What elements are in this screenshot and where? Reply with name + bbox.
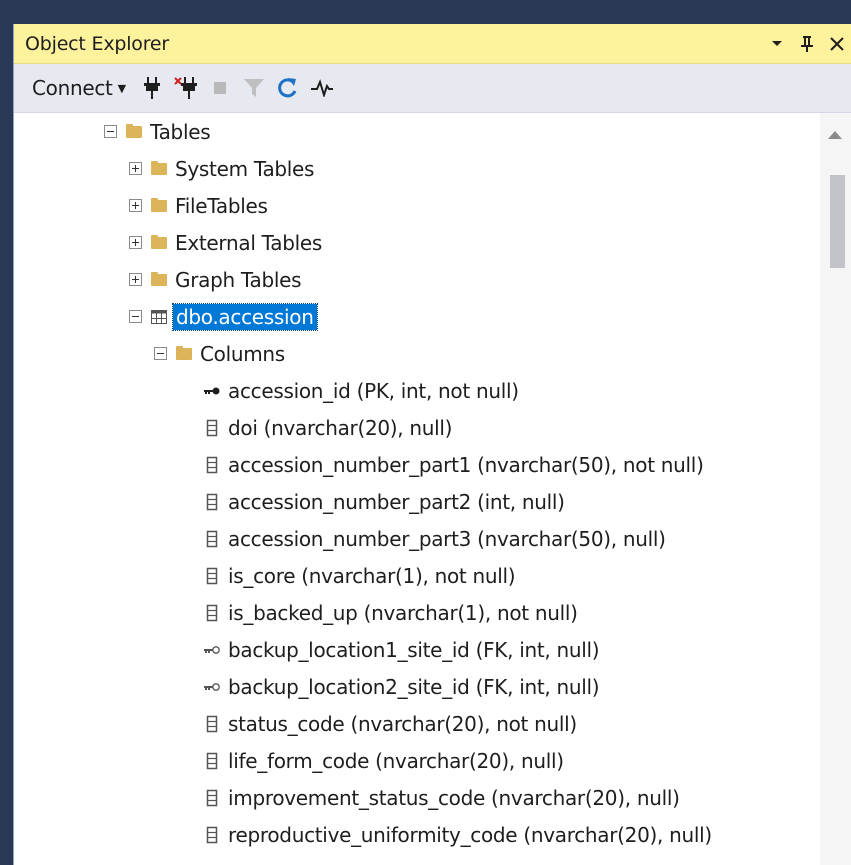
column-label: is_core (nvarchar(1), not null): [228, 563, 516, 588]
close-button[interactable]: [822, 29, 851, 59]
foreign-key-icon: [202, 640, 222, 660]
activity-monitor-button[interactable]: [306, 72, 338, 104]
connect-icon: [143, 77, 160, 99]
column-tree-item[interactable]: accession_number_part1 (nvarchar(50), no…: [202, 446, 704, 483]
column-tree-item[interactable]: accession_id (PK, int, not null): [202, 372, 519, 409]
tree-node-label: External Tables: [175, 230, 322, 255]
column-icon: [202, 751, 222, 771]
chevron-down-icon: [772, 40, 782, 46]
stop-button[interactable]: [204, 72, 236, 104]
disconnect-button[interactable]: [170, 72, 202, 104]
pin-icon: [801, 35, 813, 52]
expand-icon[interactable]: [129, 199, 142, 212]
expand-icon[interactable]: [129, 236, 142, 249]
tree-node-tables[interactable]: Tables: [104, 113, 211, 150]
column-label: status_code (nvarchar(20), not null): [228, 711, 577, 736]
column-tree-item[interactable]: doi (nvarchar(20), null): [202, 409, 452, 446]
column-tree-item[interactable]: accession_number_part3 (nvarchar(50), nu…: [202, 520, 666, 557]
column-label: reproductive_uniformity_code (nvarchar(2…: [228, 822, 712, 847]
tree-node-columns[interactable]: Columns: [154, 335, 285, 372]
column-tree-item[interactable]: life_form_code (nvarchar(20), null): [202, 742, 564, 779]
column-icon: [202, 603, 222, 623]
tree-node-label: Graph Tables: [175, 267, 302, 292]
panel-title: Object Explorer: [25, 32, 170, 55]
tree-node-system-tables[interactable]: System Tables: [129, 150, 314, 187]
connect-object-explorer-button[interactable]: [136, 72, 168, 104]
auto-hide-button[interactable]: [792, 29, 822, 59]
folder-icon: [151, 271, 167, 286]
column-icon: [202, 455, 222, 475]
column-icon: [202, 566, 222, 586]
column-label: accession_number_part2 (int, null): [228, 489, 565, 514]
filter-button[interactable]: [238, 72, 270, 104]
column-label: accession_id (PK, int, not null): [228, 378, 519, 403]
folder-icon: [176, 345, 192, 360]
tree-node-label: FileTables: [175, 193, 268, 218]
activity-monitor-icon: [310, 79, 333, 97]
scroll-up-arrow-icon[interactable]: [828, 131, 842, 139]
collapse-icon[interactable]: [154, 347, 167, 360]
column-tree-item[interactable]: reproductive_uniformity_code (nvarchar(2…: [202, 816, 712, 853]
column-icon: [202, 825, 222, 845]
scrollbar-thumb[interactable]: [830, 175, 845, 268]
vertical-scrollbar[interactable]: [820, 113, 851, 865]
chevron-down-icon: ▼: [117, 81, 126, 95]
tree-node-label: System Tables: [175, 156, 315, 181]
refresh-icon: [277, 78, 297, 98]
collapse-icon[interactable]: [104, 125, 117, 138]
disconnect-icon: [174, 77, 197, 99]
connect-dropdown-button[interactable]: Connect ▼: [14, 76, 136, 100]
tree-node-label: Tables: [150, 119, 211, 144]
column-label: doi (nvarchar(20), null): [228, 415, 453, 440]
connect-label: Connect: [32, 76, 113, 100]
filter-icon: [243, 79, 264, 97]
foreign-key-icon: [202, 677, 222, 697]
column-tree-item[interactable]: status_code (nvarchar(20), not null): [202, 705, 577, 742]
window-position-dropdown[interactable]: [762, 29, 792, 59]
column-label: accession_number_part3 (nvarchar(50), nu…: [228, 526, 666, 551]
column-icon: [202, 492, 222, 512]
close-icon: [830, 36, 844, 51]
column-label: accession_number_part1 (nvarchar(50), no…: [228, 452, 704, 477]
column-tree-item[interactable]: is_backed_up (nvarchar(1), not null): [202, 594, 578, 631]
tree-node-label: Columns: [200, 341, 285, 366]
column-icon: [202, 418, 222, 438]
column-icon: [202, 788, 222, 808]
column-label: backup_location1_site_id (FK, int, null): [228, 637, 600, 662]
expand-icon[interactable]: [129, 162, 142, 175]
column-label: life_form_code (nvarchar(20), null): [228, 748, 564, 773]
primary-key-icon: [202, 381, 222, 401]
tree-node-graph-tables[interactable]: Graph Tables: [129, 261, 302, 298]
tree-node-label: dbo.accession: [172, 302, 318, 331]
column-tree-item[interactable]: accession_number_part2 (int, null): [202, 483, 565, 520]
refresh-button[interactable]: [272, 72, 304, 104]
folder-icon: [151, 197, 167, 212]
object-explorer-panel: Object Explorer Connect ▼ Tables System …: [13, 24, 851, 865]
column-label: improvement_status_code (nvarchar(20), n…: [228, 785, 680, 810]
column-label: backup_location2_site_id (FK, int, null): [228, 674, 600, 699]
tree-node-external-tables[interactable]: External Tables: [129, 224, 322, 261]
column-tree-item[interactable]: is_core (nvarchar(1), not null): [202, 557, 516, 594]
panel-titlebar: Object Explorer: [14, 24, 851, 64]
explorer-toolbar: Connect ▼: [14, 64, 851, 113]
window-frame: Object Explorer Connect ▼ Tables System …: [0, 0, 851, 865]
expand-icon[interactable]: [129, 273, 142, 286]
folder-icon: [126, 123, 142, 138]
column-label: is_backed_up (nvarchar(1), not null): [228, 600, 578, 625]
column-tree-item[interactable]: backup_location1_site_id (FK, int, null): [202, 631, 600, 668]
column-tree-item[interactable]: backup_location2_site_id (FK, int, null): [202, 668, 600, 705]
folder-icon: [151, 160, 167, 175]
column-icon: [202, 529, 222, 549]
folder-icon: [151, 234, 167, 249]
collapse-icon[interactable]: [129, 310, 142, 323]
tree-node-filetables[interactable]: FileTables: [129, 187, 268, 224]
stop-icon: [213, 82, 226, 94]
object-tree[interactable]: Tables System Tables FileTables External…: [14, 113, 820, 865]
column-tree-item[interactable]: improvement_status_code (nvarchar(20), n…: [202, 779, 680, 816]
column-icon: [202, 714, 222, 734]
table-icon: [151, 309, 167, 324]
tree-node-dbo-accession[interactable]: dbo.accession: [129, 298, 318, 335]
